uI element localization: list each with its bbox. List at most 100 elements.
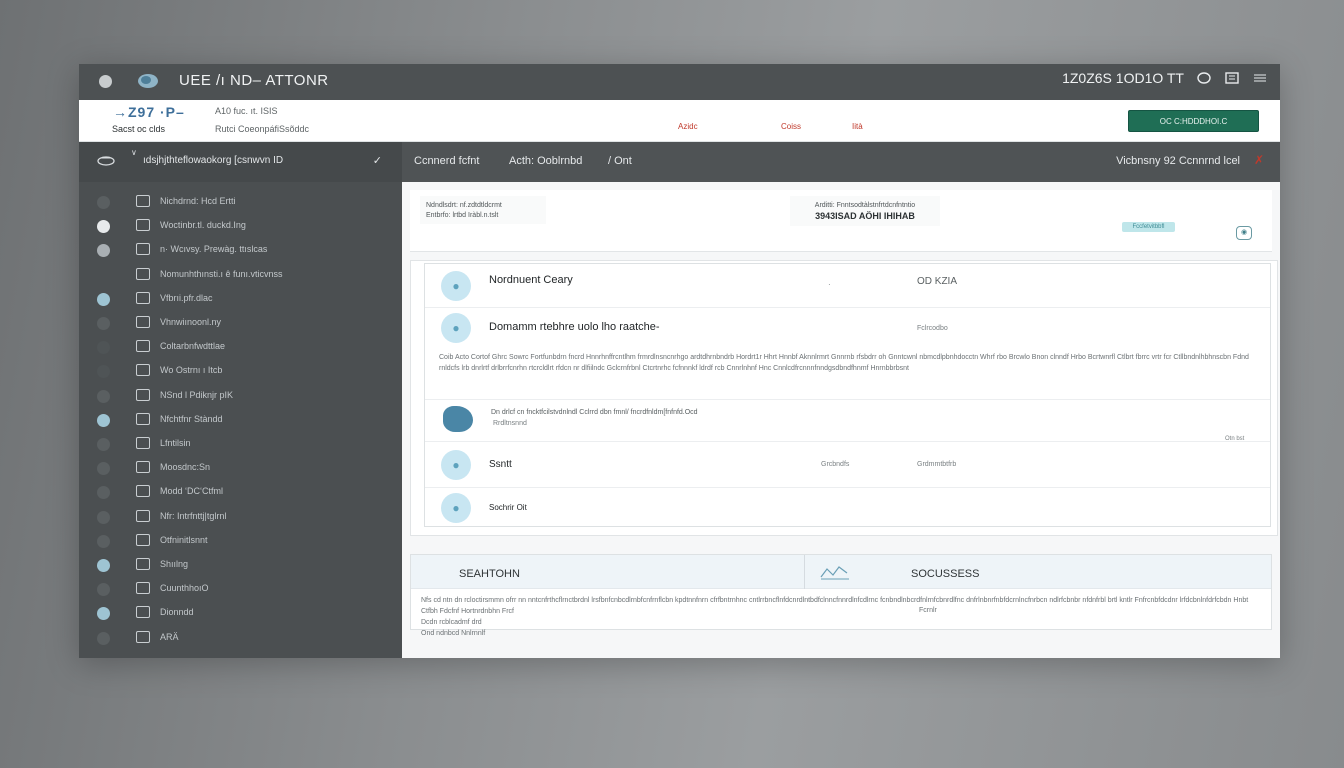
list-card: ● Nordnuent Ceary · OD KZIA ● Domamm rte… <box>424 263 1271 527</box>
sidebar-item[interactable]: Coltarbnfwdttlae <box>79 337 402 357</box>
sidebar-item[interactable]: Lfntilsin <box>79 434 402 454</box>
sidebar-item[interactable]: Moosdnc:Sn <box>79 458 402 478</box>
sidebar-item-label: n· Wcıvsy. Prewàg. ttıslcas <box>160 244 268 254</box>
list-item: Coib Acto Cortof Ghrc Sowrc Fortfunbdrn … <box>425 348 1270 400</box>
bottom-panel-text: Nfs cd ntn dn rcloctirsmmn ofrr nn nntcn… <box>421 595 1257 639</box>
brand-subtitle: Sacst oc clds <box>112 124 166 134</box>
drop-icon: ● <box>441 450 471 480</box>
sidebar-item[interactable]: Vfbrıi.pfr.dlac <box>79 289 402 309</box>
header-red-link-2[interactable]: Coiss <box>781 122 801 131</box>
app-window: UEE /ı ND– ATTONR 1Z0Z6S 1OD1O TT →Z97 ·… <box>79 64 1280 658</box>
sidebar-item-label: CuunthhoıO <box>160 583 209 593</box>
sidebar-item[interactable]: ARÄ <box>79 628 402 648</box>
item-icon <box>136 243 150 255</box>
sidebar-item[interactable]: Nomunhthınsti.ı ê funı.vticvnss <box>79 265 402 285</box>
notes-icon[interactable] <box>1224 70 1240 86</box>
close-icon[interactable]: ✗ <box>1254 153 1264 167</box>
status-dot-icon <box>97 583 110 596</box>
row-meta-mid: Grcbndfs <box>821 461 850 468</box>
sidebar-item[interactable]: Shıılng <box>79 555 402 575</box>
item-icon <box>136 316 150 328</box>
window-dot-button[interactable] <box>99 75 112 88</box>
item-icon <box>136 219 150 231</box>
row-meta-mid: · <box>828 280 831 289</box>
status-dot-icon <box>97 414 110 427</box>
row-meta-right: OD KZIA <box>917 276 958 287</box>
sidebar-item[interactable]: Nfr: Intrfnttj|tglrnl <box>79 507 402 527</box>
main-toolbar: Ccnnerd fcfnt Acth: Ooblrnbd / Ont Vicbn… <box>402 142 1280 182</box>
list-item[interactable]: ● Sochrir Oit <box>425 488 1270 528</box>
card-container: ● Nordnuent Ceary · OD KZIA ● Domamm rte… <box>410 260 1278 536</box>
sidebar-item-label: Dionndd <box>160 607 194 617</box>
sidebar-item-label: Otfninitlsnnt <box>160 535 208 545</box>
list-item[interactable]: Dn drlcf cn fncktfcilstvdnlndl Cclrrd db… <box>425 400 1270 442</box>
header-red-link-1[interactable]: Azidc <box>678 122 698 131</box>
item-icon <box>136 582 150 594</box>
cloud-icon <box>97 154 115 169</box>
bottom-text-line-3: Ond ndnbcd Nnlrnnlf <box>421 630 486 637</box>
status-dot-icon <box>97 341 110 354</box>
item-icon <box>136 268 150 280</box>
title-bar-right: 1Z0Z6S 1OD1O TT <box>1062 70 1268 86</box>
sidebar-item[interactable]: NSnd l Pdiknjr pIK <box>79 386 402 406</box>
list-item[interactable]: ● Domamm rtebhre uolo lho raatche‐ Fclrc… <box>425 308 1270 348</box>
sidebar-item-label: Woctinbr.tl. duckd.Ing <box>160 220 246 230</box>
badge-icon[interactable]: ◉ <box>1236 226 1252 240</box>
status-dot-icon <box>97 365 110 378</box>
sidebar-item[interactable]: Dionndd <box>79 603 402 623</box>
sidebar-item-label: Nomunhthınsti.ı ê funı.vticvnss <box>160 269 283 279</box>
header-red-link-3[interactable]: Iità <box>852 122 863 131</box>
breadcrumb-item-3[interactable]: / Ont <box>608 155 632 167</box>
main-content: Ccnnerd fcfnt Acth: Ooblrnbd / Ont Vicbn… <box>402 142 1280 658</box>
breadcrumb-item-2[interactable]: Acth: Ooblrnbd <box>509 155 582 167</box>
item-icon <box>136 292 150 304</box>
sidebar-item[interactable]: Modd ‘DC‘Ctfml <box>79 482 402 502</box>
sidebar-item[interactable]: Wo Ostrnı ı Itcb <box>79 361 402 381</box>
clock-readout: 1Z0Z6S 1OD1O TT <box>1062 70 1184 86</box>
menu-icon[interactable] <box>1252 70 1268 86</box>
circle-icon[interactable] <box>1196 70 1212 86</box>
status-dot-icon <box>97 390 110 403</box>
sidebar-item[interactable]: CuunthhoıO <box>79 579 402 599</box>
status-badge: Fccfetvitbbfl <box>1122 222 1175 232</box>
sidebar-item-label: Nichdrnd: Hcd Ertti <box>160 196 236 206</box>
app-logo-icon <box>138 74 158 88</box>
drop-icon: ● <box>441 493 471 523</box>
chevron-down-icon[interactable]: ∨ <box>131 148 137 157</box>
list-item[interactable]: ● Ssntt Grcbndfs Grdmmtbtfrb <box>425 442 1270 488</box>
row-sub: Rrdltnsnnd <box>493 420 527 427</box>
info-box-left: Ndndlsdrt: nf.zdtdtldcrmt Entbrfo: lrtbd… <box>420 196 546 224</box>
sidebar-item[interactable]: Vhnwiınoonl.ny <box>79 313 402 333</box>
primary-action-button[interactable]: OC C:HDDDHOI.C <box>1128 110 1259 132</box>
status-dot-icon <box>97 511 110 524</box>
sidebar-item[interactable]: Woctinbr.tl. duckd.Ing <box>79 216 402 236</box>
list-item[interactable]: ● Nordnuent Ceary · OD KZIA <box>425 264 1270 308</box>
item-icon <box>136 389 150 401</box>
app-title: UEE /ı ND– ATTONR <box>179 72 329 89</box>
sidebar-item-label: Coltarbnfwdttlae <box>160 341 226 351</box>
sidebar-item-label: Modd ‘DC‘Ctfml <box>160 486 224 496</box>
drop-icon: ● <box>441 313 471 343</box>
item-icon <box>136 485 150 497</box>
sidebar-item-label: Vhnwiınoonl.ny <box>160 317 222 327</box>
status-dot-icon <box>97 559 110 572</box>
sidebar-item[interactable]: n· Wcıvsy. Prewàg. ttıslcas <box>79 240 402 260</box>
brand-number: →Z97 ·P– <box>113 104 185 120</box>
sidebar-item[interactable]: Otfninitlsnnt <box>79 531 402 551</box>
check-icon[interactable]: ✓ <box>373 154 382 167</box>
row-title: Nordnuent Ceary <box>489 274 573 286</box>
top-header: →Z97 ·P– Sacst oc clds A10 fuc. ıt. ISIS… <box>79 100 1280 142</box>
sidebar-header[interactable]: ∨ ıdsjhjthteflowaokorg [csnwvn ID ✓ <box>79 142 402 182</box>
header-info-bottom: Rutci CoeonpáfiSsõddc <box>215 124 310 134</box>
row-paragraph-short: Dn drlcf cn fncktfcilstvdnlndl Cclrrd db… <box>491 409 698 416</box>
title-bar: UEE /ı ND– ATTONR 1Z0Z6S 1OD1O TT <box>79 64 1280 100</box>
sidebar-item[interactable]: Nichdrnd: Hcd Ertti <box>79 192 402 212</box>
bottom-panel-title-left[interactable]: SEAHTOHN <box>459 568 520 580</box>
bottom-panel-title-right[interactable]: SOCUSSESS <box>911 568 979 580</box>
sidebar-item[interactable]: Nfchtfnr Stàndd <box>79 410 402 430</box>
sidebar: ∨ ıdsjhjthteflowaokorg [csnwvn ID ✓ Nich… <box>79 142 402 658</box>
bottom-text-line-1: Nfs cd ntn dn rcloctirsmmn ofrr nn nntcn… <box>421 597 1249 615</box>
info-strip: Ndndlsdrt: nf.zdtdtldcrmt Entbrfo: lrtbd… <box>410 190 1272 252</box>
breadcrumb-item-1[interactable]: Ccnnerd fcfnt <box>414 155 479 167</box>
header-info-top: A10 fuc. ıt. ISIS <box>215 106 278 116</box>
